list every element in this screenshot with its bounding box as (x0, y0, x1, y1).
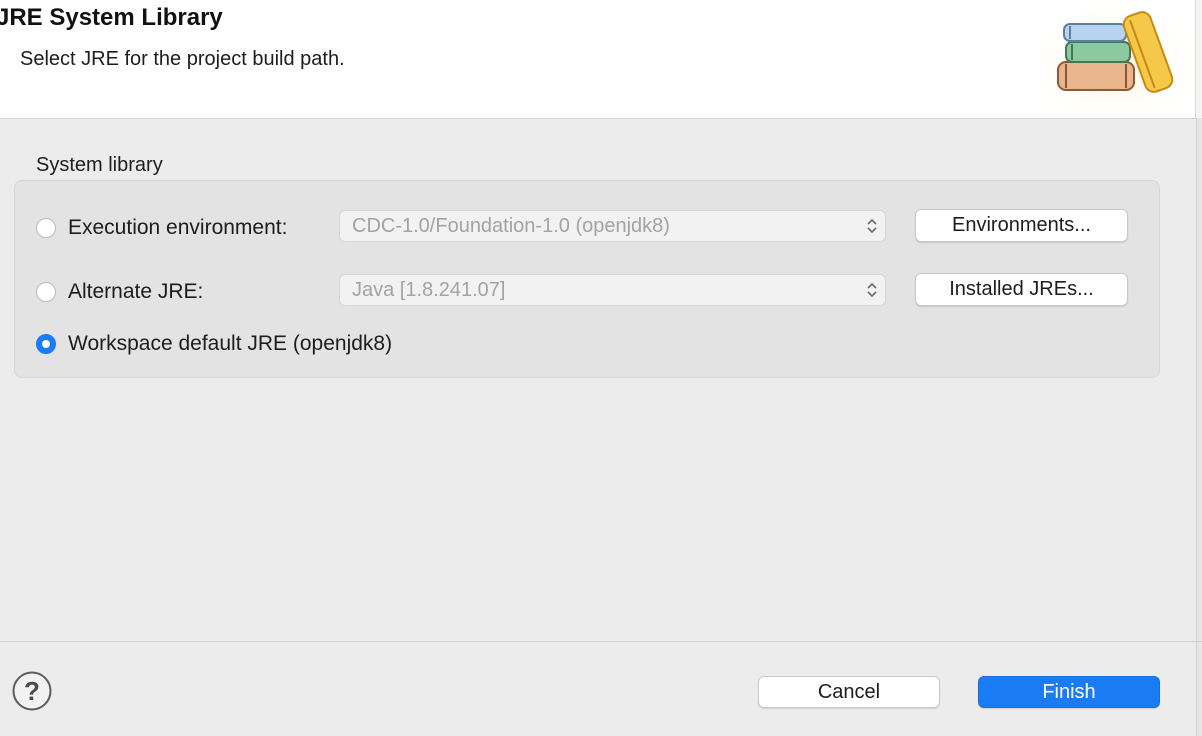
combo-value: Java [1.8.241.07] (352, 278, 506, 301)
cancel-button[interactable]: Cancel (758, 676, 940, 708)
chevron-up-down-icon (859, 282, 885, 298)
chevron-up-down-icon (859, 218, 885, 234)
radio-workspace-default-jre[interactable]: Workspace default JRE (openjdk8) (36, 332, 392, 356)
window-edge (1195, 0, 1202, 118)
radio-alternate-jre[interactable]: Alternate JRE: (36, 280, 203, 304)
radio-button-checked[interactable] (36, 334, 56, 354)
question-mark-icon[interactable]: ? (12, 671, 52, 711)
dialog-title: JRE System Library (0, 4, 223, 31)
radio-label: Alternate JRE: (68, 280, 204, 303)
environments-button[interactable]: Environments... (915, 209, 1128, 242)
installed-jres-button[interactable]: Installed JREs... (915, 273, 1128, 306)
radio-button[interactable] (36, 282, 56, 302)
finish-button[interactable]: Finish (978, 676, 1160, 708)
dialog-subtitle: Select JRE for the project build path. (20, 48, 345, 70)
group-label: System library (36, 154, 163, 176)
svg-text:?: ? (24, 676, 40, 706)
library-books-icon (1040, 0, 1202, 118)
radio-label: Workspace default JRE (openjdk8) (68, 332, 393, 355)
alternate-jre-select[interactable]: Java [1.8.241.07] (339, 274, 886, 306)
radio-label: Execution environment: (68, 216, 288, 239)
combo-value: CDC-1.0/Foundation-1.0 (openjdk8) (352, 214, 670, 237)
footer-separator (0, 641, 1202, 642)
execution-environment-select[interactable]: CDC-1.0/Foundation-1.0 (openjdk8) (339, 210, 886, 242)
window-edge-strip (1196, 118, 1202, 736)
dialog-header: JRE System Library Select JRE for the pr… (0, 0, 1202, 119)
radio-execution-environment[interactable]: Execution environment: (36, 216, 287, 240)
radio-button[interactable] (36, 218, 56, 238)
